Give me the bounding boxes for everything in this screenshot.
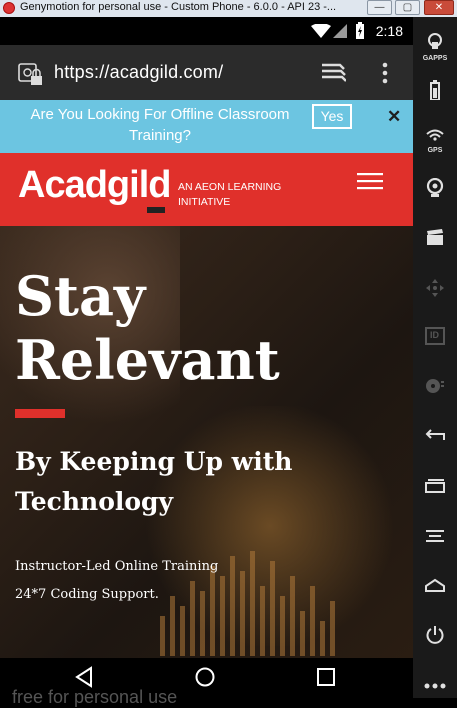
yes-button[interactable]: Yes bbox=[312, 104, 352, 129]
id-label: ID bbox=[430, 330, 439, 340]
genymotion-sidebar: GAPPS GPS ID bbox=[413, 17, 457, 698]
url-field[interactable]: https://acadgild.com/ bbox=[54, 62, 223, 83]
hamburger-menu-icon[interactable] bbox=[357, 172, 383, 190]
gps-signal-icon bbox=[426, 129, 444, 141]
back-side-button[interactable] bbox=[413, 429, 457, 448]
home-icon[interactable] bbox=[194, 666, 216, 688]
power-button[interactable] bbox=[413, 625, 457, 650]
battery-button[interactable] bbox=[413, 80, 457, 105]
gps-button[interactable]: GPS bbox=[413, 128, 457, 154]
gps-label: GPS bbox=[427, 147, 443, 154]
phone-screen: 2:18 https://acadgild.com/ Are You Looki… bbox=[0, 17, 413, 707]
battery-icon bbox=[430, 80, 440, 101]
hero-accent-rule bbox=[15, 409, 65, 418]
hero-text-line1: Instructor-Led Online Training bbox=[15, 559, 219, 574]
hero-headline-line2: Relevant bbox=[15, 328, 280, 392]
window-title-bar: Genymotion for personal use - Custom Pho… bbox=[0, 0, 457, 18]
recent-apps-side-icon bbox=[425, 479, 445, 493]
hero-text-line2: 24*7 Coding Support. bbox=[15, 587, 159, 602]
menu-side-button[interactable] bbox=[413, 529, 457, 548]
hero-subheadline: By Keeping Up with Technology bbox=[15, 447, 293, 516]
genymotion-app-icon bbox=[3, 2, 15, 14]
status-time: 2:18 bbox=[375, 23, 403, 39]
logo-tagline: AN AEON LEARNING INITIATIVE bbox=[178, 181, 282, 208]
hero-headline: Stay Relevant bbox=[15, 264, 280, 392]
overflow-menu-icon[interactable] bbox=[381, 62, 389, 84]
more-options-button[interactable] bbox=[413, 677, 457, 695]
disk-io-icon bbox=[426, 379, 444, 393]
logo-underline bbox=[147, 207, 165, 213]
clapperboard-icon bbox=[427, 229, 443, 245]
close-icon[interactable]: ✕ bbox=[387, 107, 401, 127]
offline-training-banner: Are You Looking For Offline Classroom Tr… bbox=[0, 100, 413, 153]
menu-side-icon bbox=[426, 530, 444, 542]
screencast-button[interactable] bbox=[413, 229, 457, 250]
recent-apps-side-button[interactable] bbox=[413, 479, 457, 498]
hero-background-chart bbox=[160, 551, 335, 656]
recent-apps-icon[interactable] bbox=[316, 666, 336, 688]
cell-signal-icon bbox=[333, 24, 347, 38]
site-header: Acadgild AN AEON LEARNING INITIATIVE bbox=[0, 153, 413, 226]
power-icon bbox=[426, 626, 444, 644]
home-side-button[interactable] bbox=[413, 578, 457, 597]
status-bar: 2:18 bbox=[0, 17, 413, 45]
android-nav-bar: free for personal use bbox=[0, 658, 413, 707]
hero-section: Stay Relevant By Keeping Up with Technol… bbox=[0, 226, 413, 658]
site-info-lock-icon[interactable] bbox=[18, 63, 44, 87]
close-window-button[interactable]: ✕ bbox=[424, 0, 454, 15]
minimize-button[interactable]: — bbox=[367, 0, 392, 15]
maximize-button[interactable]: ▢ bbox=[395, 0, 420, 15]
back-arrow-icon bbox=[425, 429, 445, 440]
acadgild-logo[interactable]: Acadgild bbox=[18, 164, 171, 207]
device-id-button[interactable]: ID bbox=[413, 327, 457, 350]
browser-url-bar: https://acadgild.com/ bbox=[0, 45, 413, 100]
back-icon[interactable] bbox=[74, 666, 94, 688]
dpad-icon bbox=[426, 279, 444, 297]
banner-text: Are You Looking For Offline Classroom Tr… bbox=[30, 106, 290, 144]
webcam-button[interactable] bbox=[413, 177, 457, 203]
gapps-button[interactable]: GAPPS bbox=[413, 33, 457, 62]
wifi-icon bbox=[311, 24, 331, 38]
battery-charging-icon bbox=[356, 22, 364, 39]
tabs-switcher-icon[interactable] bbox=[322, 63, 346, 83]
home-side-icon bbox=[425, 578, 445, 592]
hero-headline-line1: Stay bbox=[15, 264, 146, 328]
more-dots-icon bbox=[424, 683, 446, 689]
remote-control-button[interactable] bbox=[413, 278, 457, 303]
disk-io-button[interactable] bbox=[413, 377, 457, 400]
gapps-icon bbox=[428, 33, 442, 49]
webcam-icon bbox=[426, 177, 444, 197]
window-title: Genymotion for personal use - Custom Pho… bbox=[20, 1, 337, 13]
gapps-label: GAPPS bbox=[422, 55, 448, 62]
